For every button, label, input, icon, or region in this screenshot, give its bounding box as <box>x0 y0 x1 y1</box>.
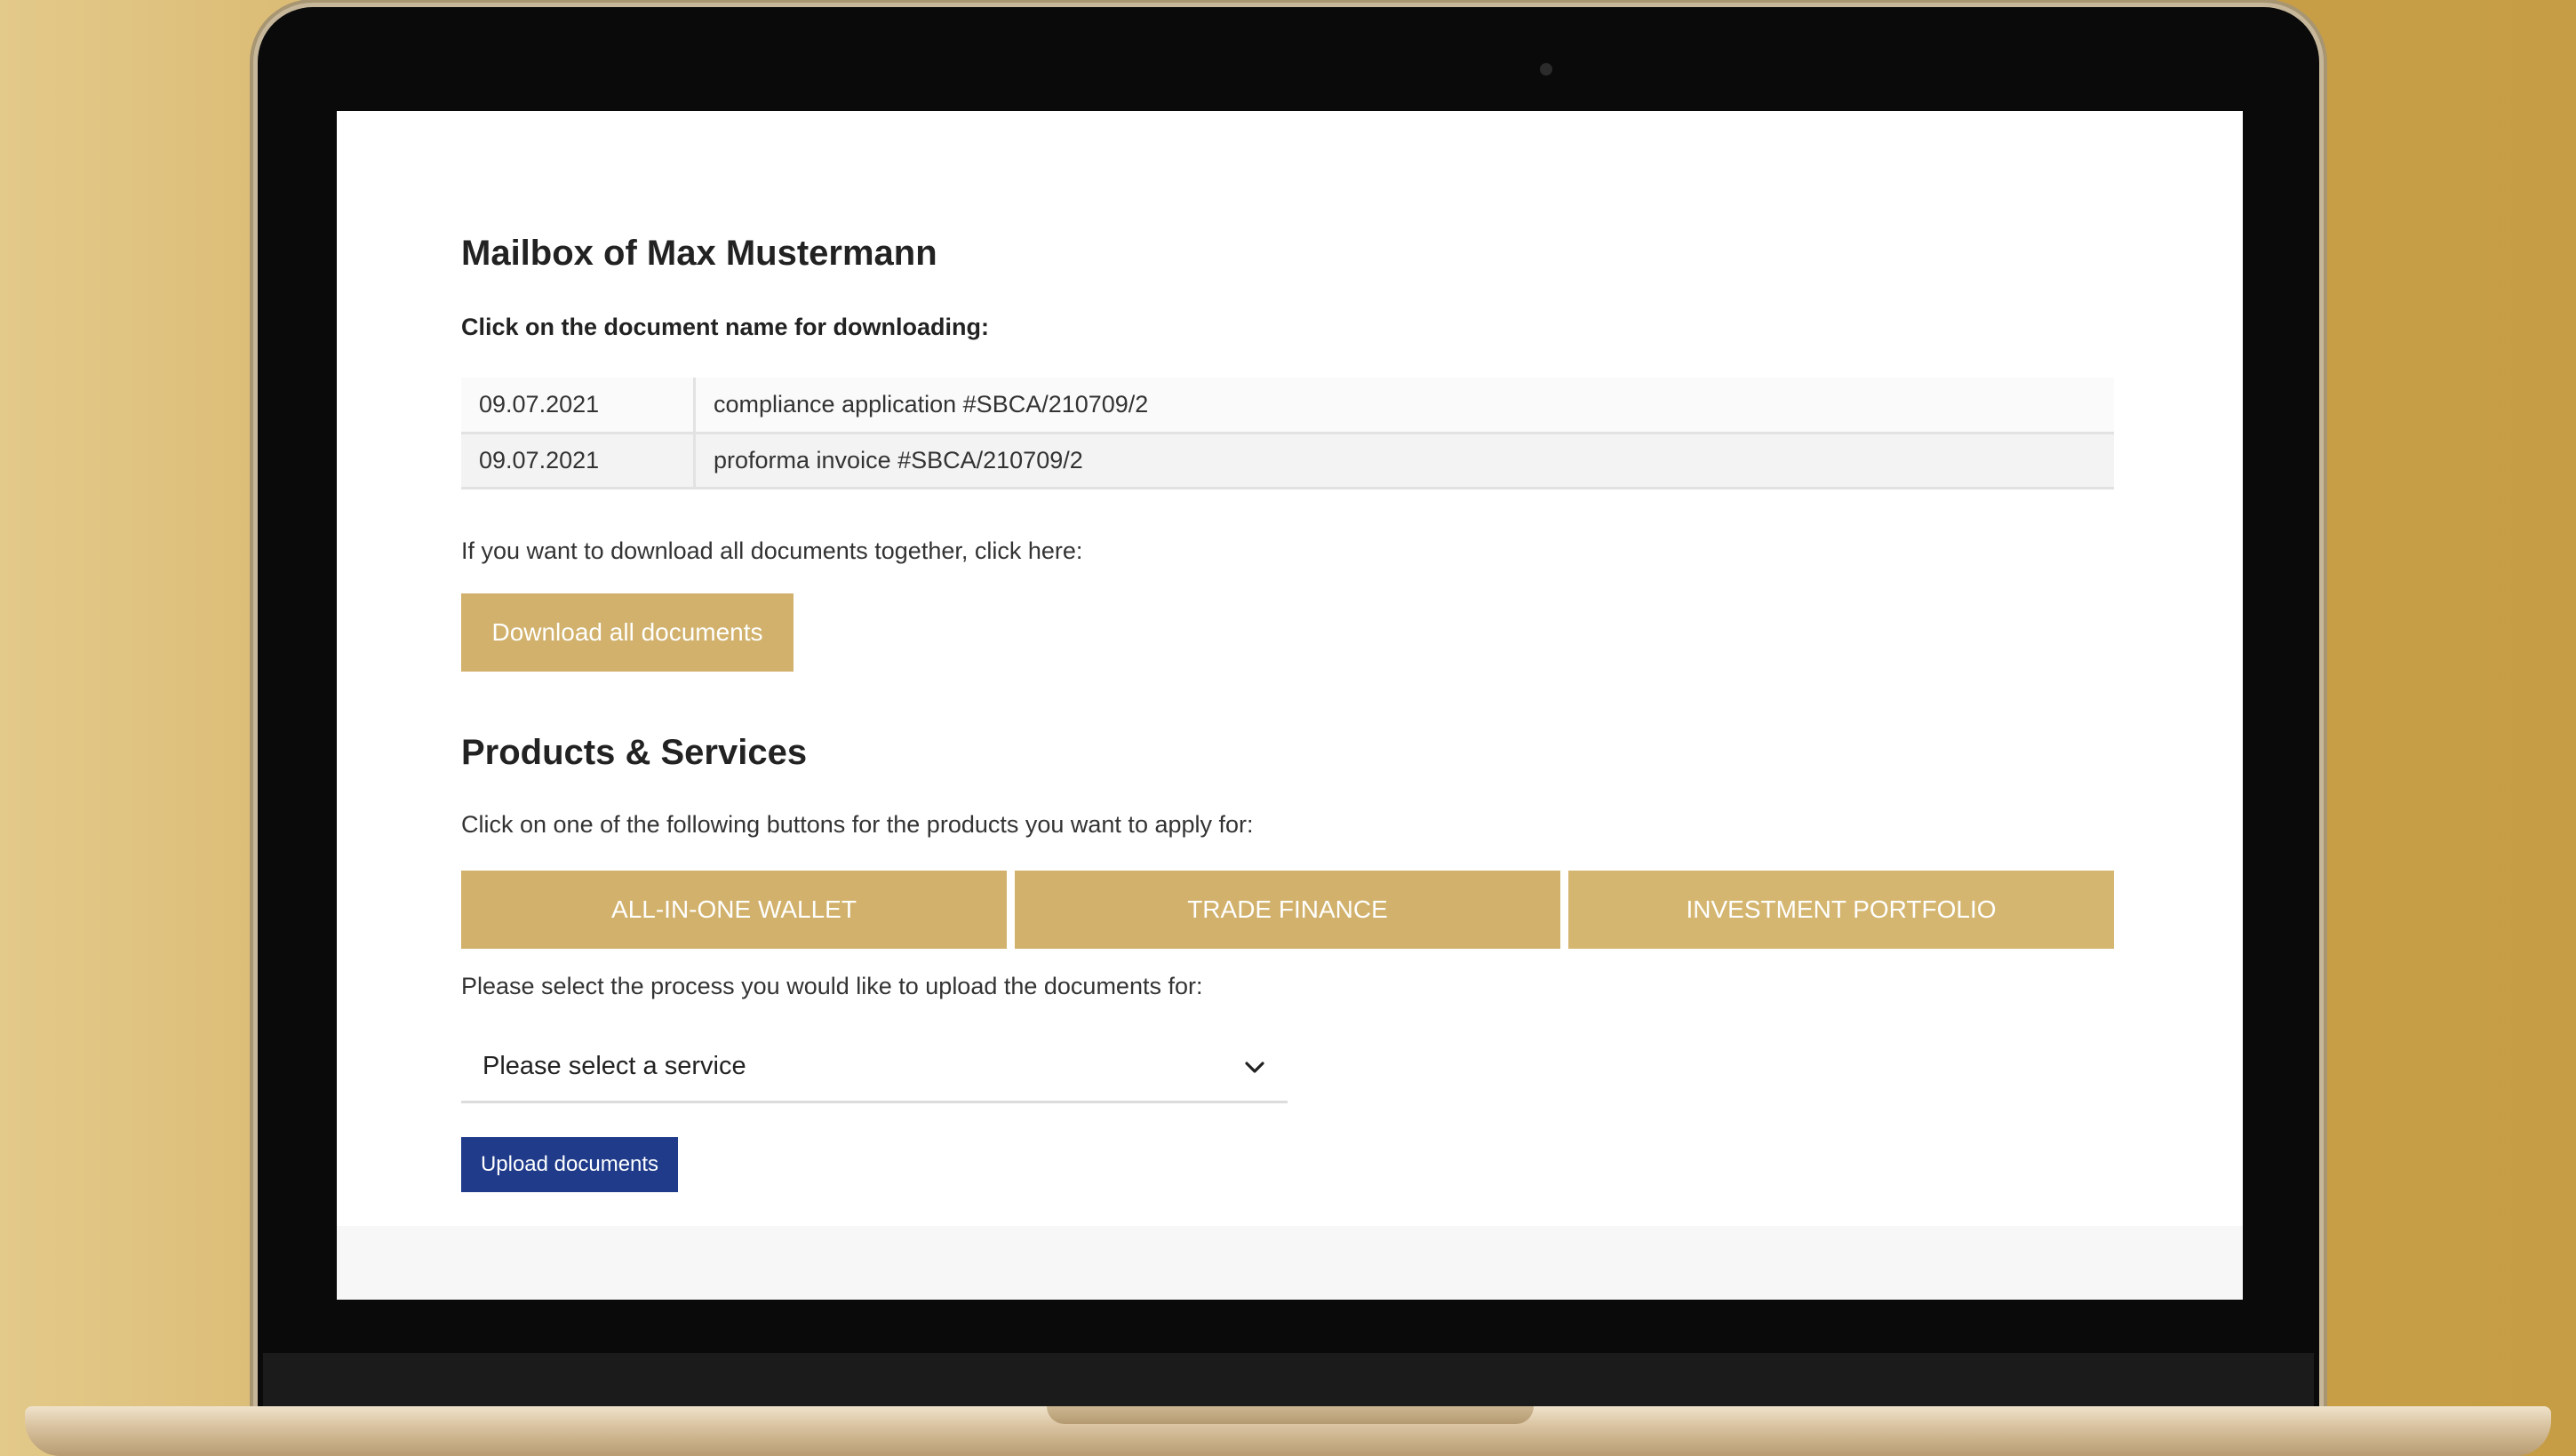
documents-table: 09.07.2021 compliance application #SBCA/… <box>461 378 2114 489</box>
download-all-hint: If you want to download all documents to… <box>461 537 1083 564</box>
investment-portfolio-button[interactable]: INVESTMENT PORTFOLIO <box>1568 871 2114 949</box>
page-title: Mailbox of Max Mustermann <box>461 234 937 273</box>
chevron-down-icon <box>1245 1062 1264 1073</box>
products-hint: Click on one of the following buttons fo… <box>461 811 1254 838</box>
screen-bottom-band <box>337 1226 2243 1300</box>
service-select-value: Please select a service <box>483 1052 746 1080</box>
upload-documents-button[interactable]: Upload documents <box>461 1137 678 1192</box>
document-date: 09.07.2021 <box>461 433 696 488</box>
trade-finance-button[interactable]: TRADE FINANCE <box>1015 871 1560 949</box>
all-in-one-wallet-button[interactable]: ALL-IN-ONE WALLET <box>461 871 1007 949</box>
process-select-hint: Please select the process you would like… <box>461 973 1203 999</box>
document-date: 09.07.2021 <box>461 378 696 433</box>
download-all-button[interactable]: Download all documents <box>461 593 794 672</box>
document-link-proforma-invoice[interactable]: proforma invoice #SBCA/210709/2 <box>695 433 2115 488</box>
service-select[interactable]: Please select a service <box>461 1035 1288 1103</box>
document-link-compliance-application[interactable]: compliance application #SBCA/210709/2 <box>695 378 2115 433</box>
table-row: 09.07.2021 compliance application #SBCA/… <box>461 378 2114 433</box>
download-instruction: Click on the document name for downloadi… <box>461 314 990 340</box>
table-row: 09.07.2021 proforma invoice #SBCA/210709… <box>461 433 2114 488</box>
camera-dot <box>1540 63 1552 76</box>
laptop-base-notch <box>1047 1406 1534 1424</box>
products-section-title: Products & Services <box>461 733 808 772</box>
laptop-screen: Mailbox of Max Mustermann Click on the d… <box>337 111 2243 1300</box>
laptop-bottom-bezel <box>263 1353 2314 1406</box>
